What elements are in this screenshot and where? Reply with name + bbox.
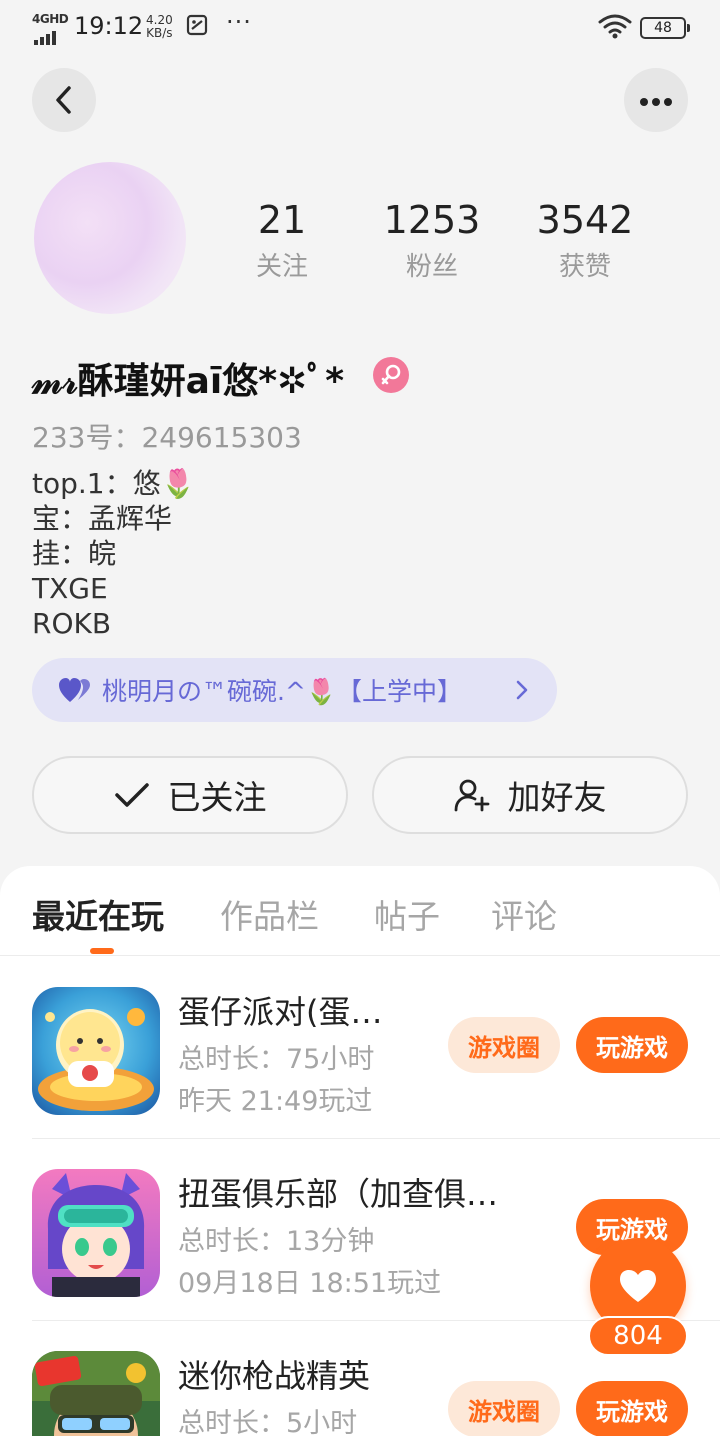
chevron-left-icon xyxy=(56,86,71,114)
bio-line: top.1：悠🌷 xyxy=(32,467,196,500)
add-friend-button[interactable]: 加好友 xyxy=(372,756,688,834)
stat-followers[interactable]: 1253 粉丝 xyxy=(352,196,512,283)
game-circle-button[interactable]: 游戏圈 xyxy=(448,1017,560,1073)
tab-recently-played[interactable]: 最近在玩 xyxy=(32,890,164,938)
speed-unit: KB/s xyxy=(146,26,173,40)
screenshot-icon xyxy=(186,14,208,36)
game-duration: 总时长：75小时 xyxy=(178,1044,375,1075)
play-game-button[interactable]: 玩游戏 xyxy=(576,1017,688,1073)
network-type: 4GHD xyxy=(32,12,69,26)
tab-bar: 最近在玩 作品栏 帖子 评论 xyxy=(0,866,720,956)
game-last-played: 09月18日 18:51玩过 xyxy=(178,1268,442,1299)
likes-received-count: 3542 xyxy=(536,198,634,242)
game-last-played: 昨天 21:49玩过 xyxy=(178,1086,373,1117)
partner-tag[interactable]: 桃明月の™碗碗.^🌷【上学中】 xyxy=(32,658,557,722)
game-title: 迷你枪战精英 xyxy=(178,1357,371,1395)
wifi-icon xyxy=(598,14,632,39)
tab-comments[interactable]: 评论 xyxy=(491,890,557,938)
more-dots-icon xyxy=(638,91,674,110)
more-options-button[interactable] xyxy=(624,68,688,132)
add-friend-label: 加好友 xyxy=(507,778,607,817)
game-duration: 总时长：13分钟 xyxy=(178,1226,375,1257)
game-title: 蛋仔派对(蛋… xyxy=(178,993,383,1031)
heart-icon xyxy=(620,1270,656,1302)
bio-line: TXGE xyxy=(32,572,108,605)
game-icon-eggy-party xyxy=(32,987,160,1115)
user-id: 233号：249615303 xyxy=(32,421,302,454)
partner-label: 桃明月の™碗碗.^🌷【上学中】 xyxy=(102,677,463,706)
female-gender-icon xyxy=(373,357,409,393)
play-game-button[interactable]: 玩游戏 xyxy=(576,1381,688,1436)
active-tab-indicator xyxy=(90,948,114,954)
game-duration: 总时长：5小时 xyxy=(178,1408,358,1436)
battery-icon: 48 xyxy=(640,17,690,39)
nickname: 𝓂𝓇酥瑾妍aī悠*✲ﾟ* xyxy=(32,361,345,402)
avatar[interactable] xyxy=(34,162,186,314)
chevron-right-icon xyxy=(516,680,528,700)
game-icon-mini-gunfight xyxy=(32,1351,160,1436)
status-bar: 4GHD 19:12 4.20 KB/s ··· 48 xyxy=(0,0,720,56)
tab-posts[interactable]: 帖子 xyxy=(374,890,440,938)
bio-line: ROKB xyxy=(32,607,112,640)
following-count: 21 xyxy=(257,198,307,242)
clock: 19:12 xyxy=(74,12,144,40)
game-title: 扭蛋俱乐部（加查俱… xyxy=(178,1175,499,1213)
followers-count: 1253 xyxy=(383,198,481,242)
network-speed: 4.20 KB/s xyxy=(146,14,173,40)
bio: top.1：悠🌷 宝：孟辉华 挂：皖 TXGE ROKB xyxy=(32,466,195,641)
tab-works[interactable]: 作品栏 xyxy=(220,890,319,938)
game-circle-button[interactable]: 游戏圈 xyxy=(448,1381,560,1436)
cellular-signal-icon: 4GHD xyxy=(32,12,69,45)
add-user-icon xyxy=(454,779,489,812)
stat-likes[interactable]: 3542 获赞 xyxy=(505,196,665,283)
checkmark-icon xyxy=(114,783,149,807)
stat-following[interactable]: 21 关注 xyxy=(202,196,362,283)
battery-level: 48 xyxy=(654,20,672,36)
back-button[interactable] xyxy=(32,68,96,132)
following-label: 关注 xyxy=(255,252,308,282)
game-icon-gacha-club xyxy=(32,1169,160,1297)
more-notifications-icon: ··· xyxy=(226,8,252,36)
followers-label: 粉丝 xyxy=(405,252,458,282)
following-button[interactable]: 已关注 xyxy=(32,756,348,834)
bio-line: 挂：皖 xyxy=(32,537,117,570)
like-count: 804 xyxy=(588,1316,688,1356)
following-button-label: 已关注 xyxy=(167,778,267,817)
double-heart-icon xyxy=(59,678,90,702)
likes-received-label: 获赞 xyxy=(558,252,611,282)
list-item[interactable]: 蛋仔派对(蛋… 总时长：75小时 昨天 21:49玩过 游戏圈 玩游戏 xyxy=(0,957,720,1139)
bio-line: 宝：孟辉华 xyxy=(32,502,173,535)
